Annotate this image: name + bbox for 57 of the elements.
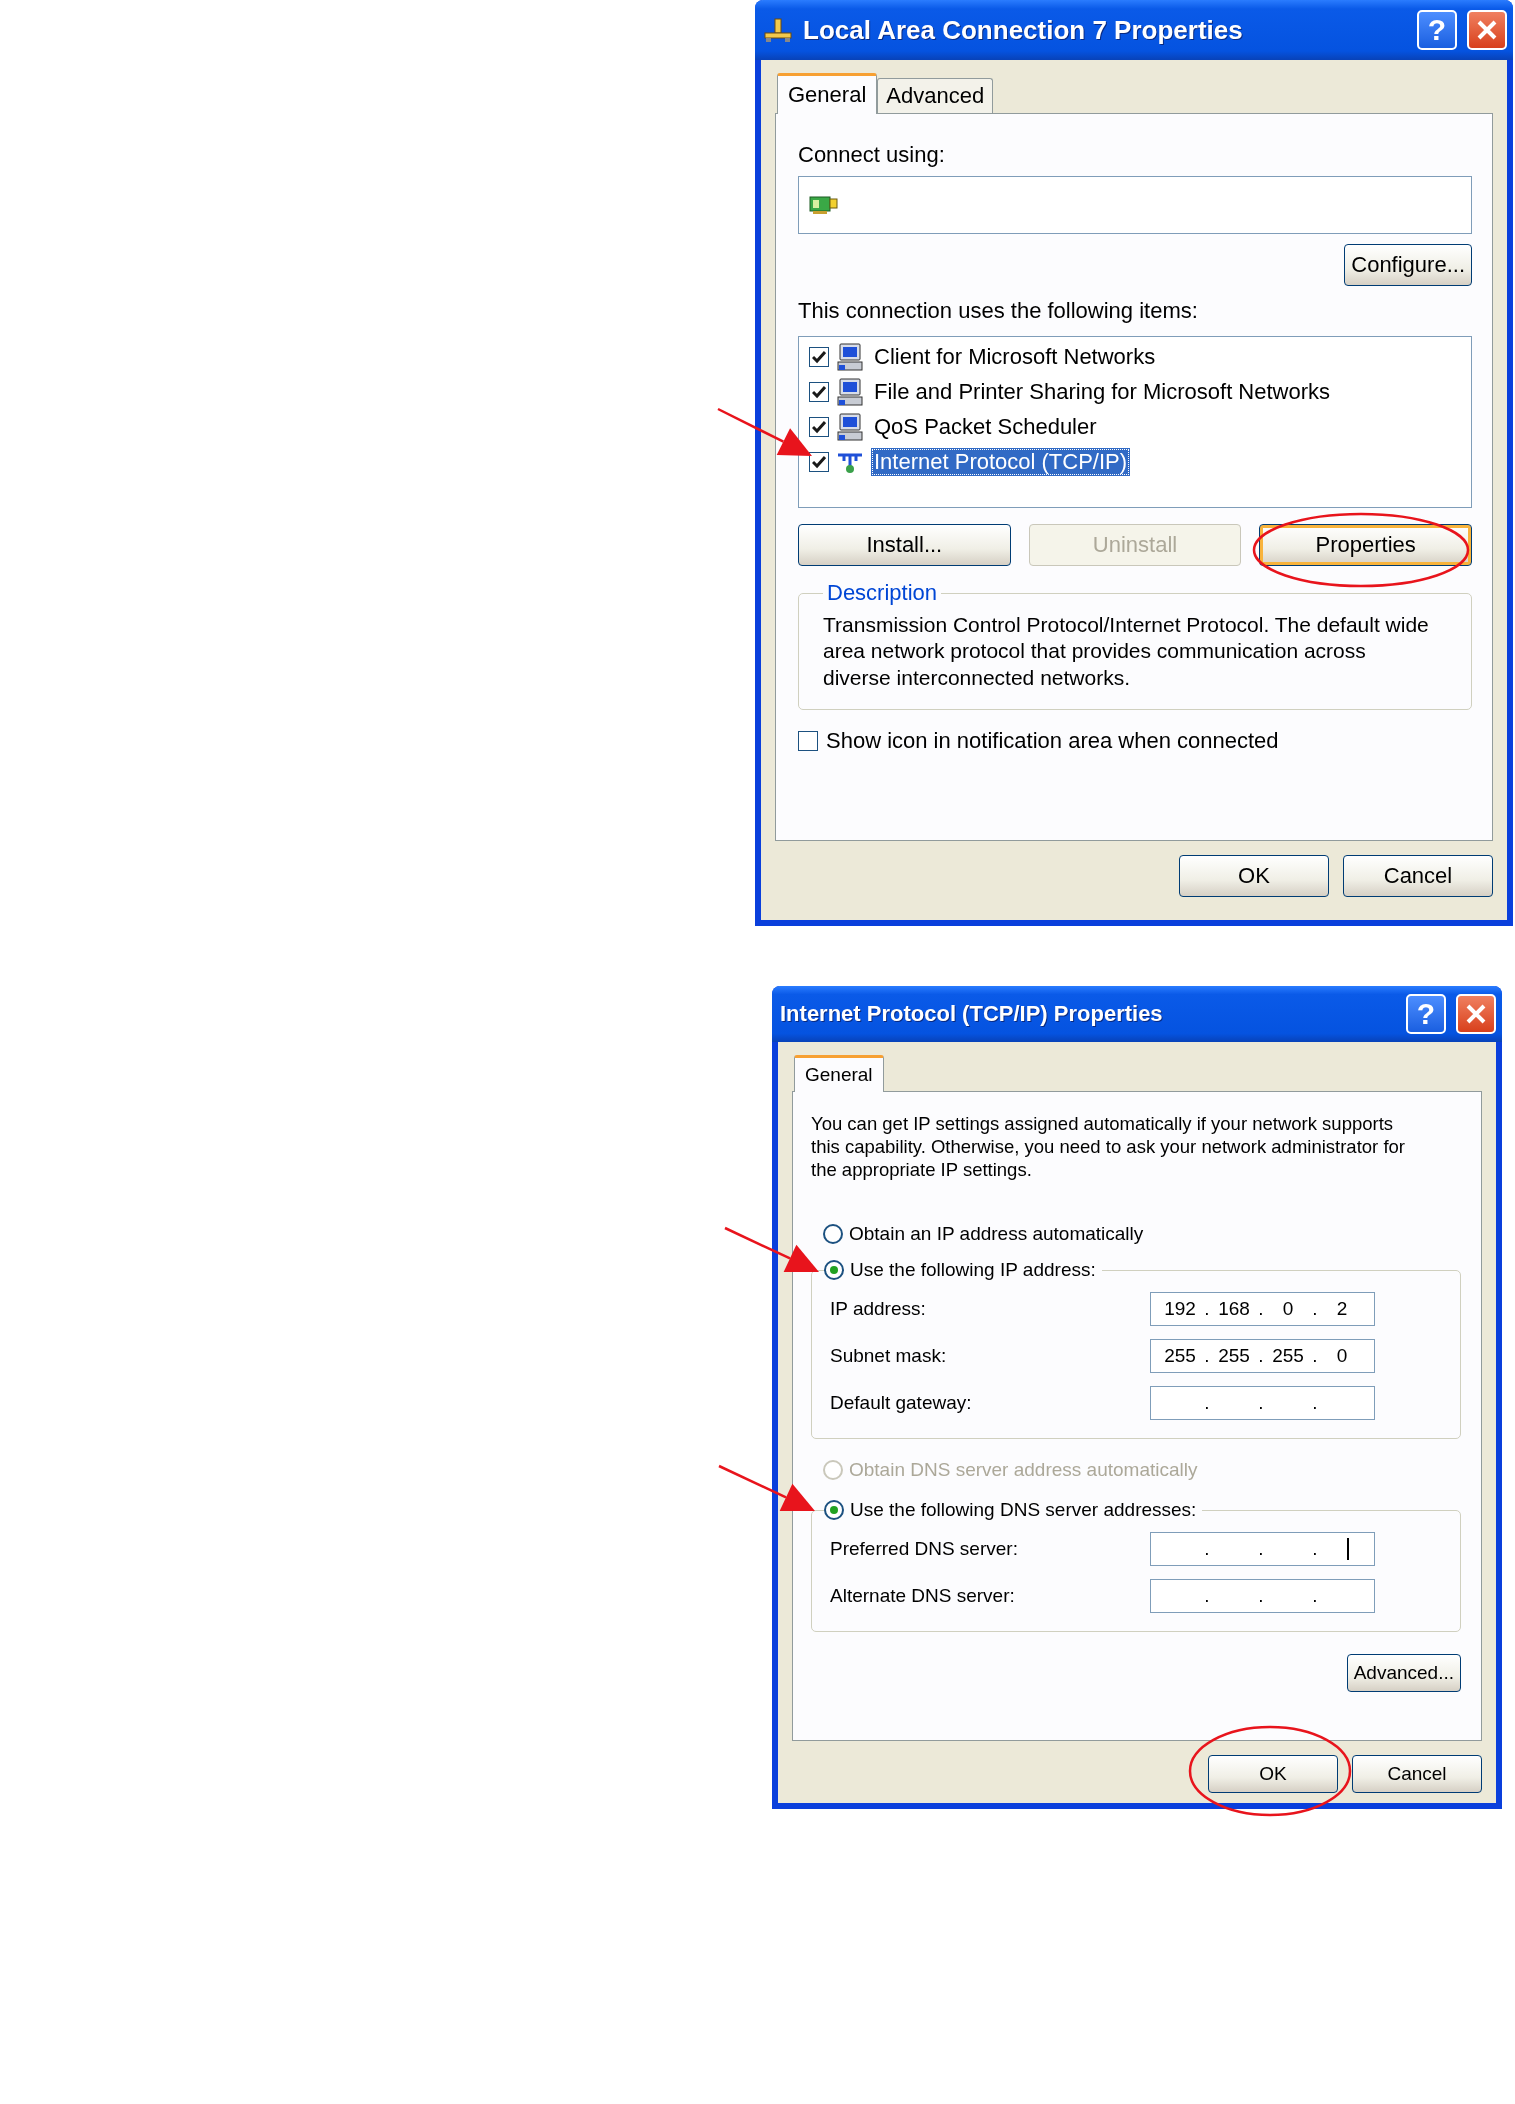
- list-item[interactable]: Internet Protocol (TCP/IP): [871, 447, 1131, 476]
- button[interactable]: Properties: [1259, 524, 1472, 566]
- button[interactable]: OK: [1208, 1755, 1338, 1793]
- checkbox-label: Show icon in notification area when connected: [826, 727, 1279, 754]
- help-button[interactable]: ?: [1406, 994, 1446, 1034]
- ip-address-field[interactable]: . . .: [1150, 1385, 1375, 1420]
- radio-button[interactable]: [823, 1224, 843, 1245]
- radio-button[interactable]: [824, 1500, 844, 1521]
- checkbox[interactable]: [798, 730, 818, 751]
- field-label: Connect using:: [798, 142, 946, 168]
- field-label: Alternate DNS server:: [830, 1584, 1016, 1607]
- group-title: Description: [826, 580, 939, 606]
- network-card-icon: [809, 194, 839, 216]
- window-title: Internet Protocol (TCP/IP) Properties: [780, 1001, 1164, 1027]
- radio-label: Obtain DNS server address automatically: [849, 1459, 1198, 1482]
- ip-address-field[interactable]: . . .: [1150, 1578, 1375, 1613]
- button[interactable]: Cancel: [1352, 1755, 1482, 1793]
- ip-address-field[interactable]: 192 . 168 . 0 . 2: [1150, 1291, 1375, 1326]
- intro-text: You can get IP settings assigned automatically if your network supports this capability. Otherwise, you need to ask your network administrator for the appropriate IP settings.: [811, 1112, 1406, 1182]
- adapter-field[interactable]: [798, 176, 1472, 234]
- field-label: Preferred DNS server:: [830, 1537, 1019, 1560]
- help-button[interactable]: ?: [1417, 10, 1457, 50]
- tab[interactable]: Advanced: [877, 78, 994, 113]
- close-icon: [1476, 19, 1498, 41]
- ip-address-field[interactable]: 255 . 255 . 255 . 0: [1150, 1338, 1375, 1373]
- ip-address-field[interactable]: . . .: [1150, 1531, 1375, 1566]
- button[interactable]: OK: [1179, 855, 1329, 897]
- button[interactable]: Cancel: [1343, 855, 1493, 897]
- list-item[interactable]: File and Printer Sharing for Microsoft Networks: [871, 377, 1334, 406]
- computer-icon: [837, 412, 863, 441]
- checkbox[interactable]: [809, 381, 829, 402]
- computer-icon: [837, 377, 863, 406]
- tab[interactable]: General: [777, 73, 878, 114]
- close-button[interactable]: [1456, 994, 1496, 1034]
- radio-label: Use the following DNS server addresses:: [850, 1499, 1197, 1522]
- button[interactable]: Configure...: [1344, 244, 1472, 286]
- checkbox[interactable]: [809, 451, 829, 472]
- network-icon: [763, 17, 793, 43]
- radio-button[interactable]: [824, 1260, 844, 1281]
- field-label: IP address:: [830, 1297, 927, 1320]
- radio-label: Obtain an IP address automatically: [849, 1223, 1144, 1246]
- checkbox[interactable]: [809, 346, 829, 367]
- radio-label: Use the following IP address:: [850, 1259, 1096, 1282]
- list-item[interactable]: Client for Microsoft Networks: [871, 342, 1159, 371]
- list-item[interactable]: QoS Packet Scheduler: [871, 412, 1100, 441]
- description-text: Transmission Control Protocol/Internet Protocol. The default wide area network protocol that provides communication across diverse interconnected networks.: [823, 612, 1430, 691]
- button[interactable]: Install...: [798, 524, 1011, 566]
- computer-icon: [837, 342, 863, 371]
- window-title: Local Area Connection 7 Properties: [803, 14, 1244, 46]
- tab[interactable]: General: [794, 1055, 884, 1092]
- close-button[interactable]: [1467, 10, 1507, 50]
- close-icon: [1465, 1003, 1487, 1025]
- section-label: This connection uses the following items:: [798, 298, 1199, 324]
- checkbox[interactable]: [809, 416, 829, 437]
- button[interactable]: Advanced...: [1346, 1654, 1461, 1693]
- field-label: Subnet mask:: [830, 1344, 948, 1367]
- field-label: Default gateway:: [830, 1391, 973, 1414]
